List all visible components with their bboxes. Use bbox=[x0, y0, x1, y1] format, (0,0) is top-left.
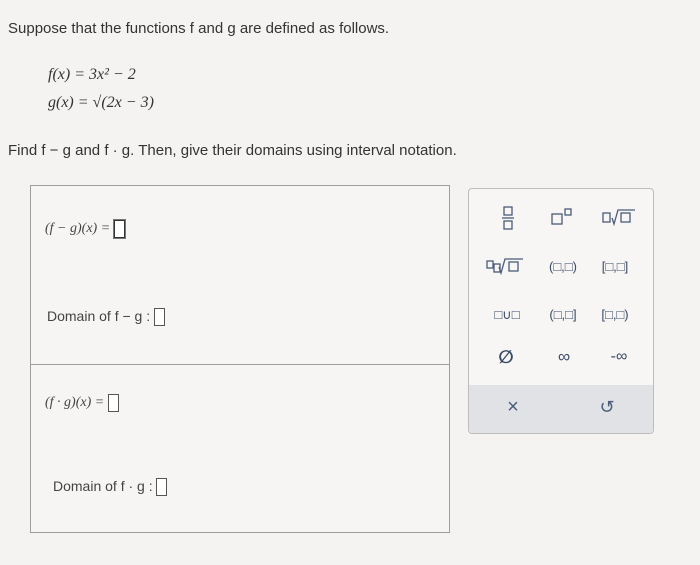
prod-domain-input[interactable] bbox=[156, 478, 168, 497]
open-open-interval-button[interactable]: (□,□) bbox=[541, 257, 585, 277]
prod-label: (f · g)(x) = bbox=[45, 395, 105, 411]
diff-domain-row: Domain of f − g : bbox=[47, 308, 165, 327]
fraction-button[interactable] bbox=[497, 205, 519, 237]
math-keypad: (□,□) [□,□] □∪□ (□,□] [□,□) ∅ ∞ -∞ × ↺ bbox=[468, 188, 654, 434]
problem-prompt: Suppose that the functions f and g are d… bbox=[8, 20, 390, 37]
fraction-icon bbox=[502, 206, 514, 230]
negative-infinity-button[interactable]: -∞ bbox=[599, 347, 639, 367]
empty-set-button[interactable]: ∅ bbox=[491, 347, 521, 367]
g-definition: g(x) = √(2x − 3) bbox=[48, 94, 154, 111]
diff-row: (f − g)(x) = bbox=[45, 220, 125, 238]
undo-button[interactable]: ↺ bbox=[593, 397, 621, 417]
open-closed-interval-button[interactable]: (□,□] bbox=[541, 305, 585, 325]
prod-input[interactable] bbox=[107, 394, 119, 412]
section-divider bbox=[31, 364, 449, 365]
diff-domain-input[interactable] bbox=[154, 308, 165, 327]
diff-domain-label: Domain of f − g : bbox=[47, 308, 151, 324]
prod-domain-label: Domain of f · g : bbox=[53, 478, 153, 494]
closed-open-interval-button[interactable]: [□,□) bbox=[593, 305, 637, 325]
f-definition: f(x) = 3x² − 2 bbox=[48, 66, 136, 83]
nth-root-button[interactable] bbox=[485, 256, 525, 282]
exponent-icon bbox=[551, 208, 572, 225]
infinity-button[interactable]: ∞ bbox=[549, 347, 579, 367]
prod-row: (f · g)(x) = bbox=[45, 394, 119, 412]
sqrt-button[interactable] bbox=[601, 207, 637, 233]
undo-icon: ↺ bbox=[599, 397, 615, 417]
prod-domain-row: Domain of f · g : bbox=[53, 478, 168, 497]
nth-root-icon bbox=[486, 258, 523, 276]
diff-input[interactable] bbox=[113, 220, 125, 238]
closed-closed-interval-button[interactable]: [□,□] bbox=[593, 257, 637, 277]
answer-panel: (f − g)(x) = Domain of f − g : (f · g)(x… bbox=[30, 185, 450, 533]
close-icon: × bbox=[507, 396, 519, 418]
clear-button[interactable]: × bbox=[499, 397, 527, 417]
union-button[interactable]: □∪□ bbox=[487, 305, 527, 325]
exponent-button[interactable] bbox=[549, 207, 577, 233]
instruction-text: Find f − g and f · g. Then, give their d… bbox=[8, 142, 457, 159]
keypad-action-bar: × ↺ bbox=[469, 385, 653, 433]
sqrt-icon bbox=[602, 209, 635, 227]
diff-label: (f − g)(x) = bbox=[45, 221, 111, 237]
